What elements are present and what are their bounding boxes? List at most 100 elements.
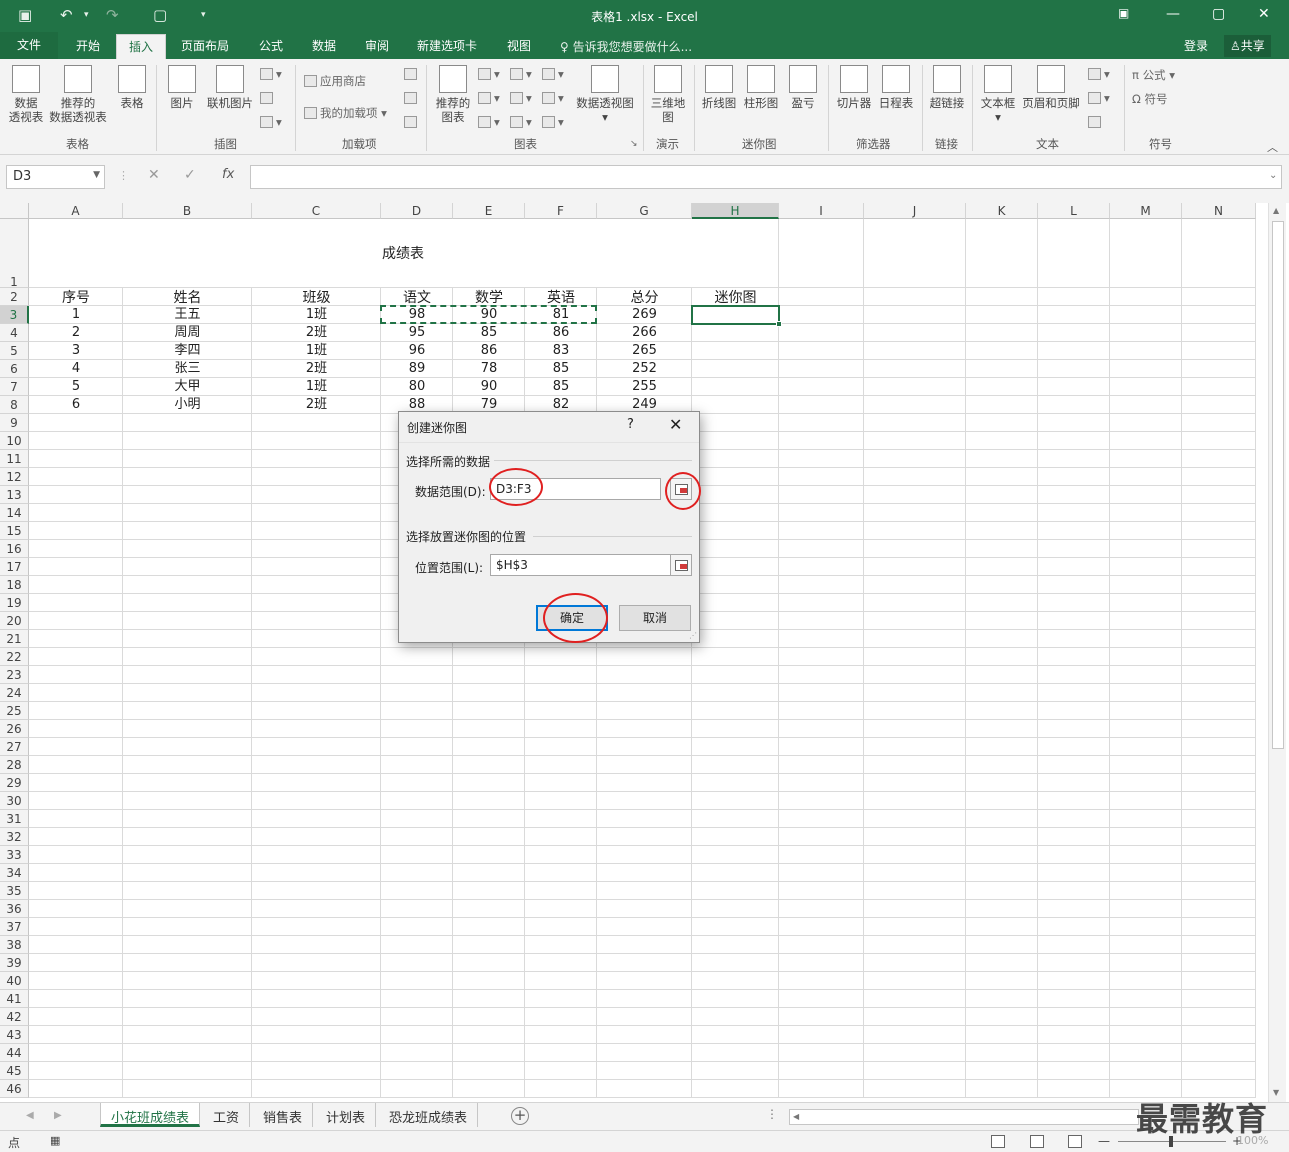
ribbon-display-options-icon[interactable]: ▣ — [1118, 6, 1129, 20]
scroll-down-icon[interactable]: ▼ — [1273, 1088, 1279, 1097]
store-button[interactable]: 应用商店 — [304, 73, 366, 89]
table-data-cell[interactable]: 6 — [29, 396, 123, 414]
column-header[interactable]: D — [381, 203, 453, 219]
table-button[interactable]: 表格 — [114, 65, 150, 110]
hierarchy-chart-button[interactable]: ▾ — [510, 67, 532, 81]
column-header[interactable]: E — [453, 203, 525, 219]
row-header[interactable]: 18 — [0, 576, 29, 594]
column-header[interactable]: C — [252, 203, 381, 219]
row-header[interactable]: 45 — [0, 1062, 29, 1080]
table-data-cell[interactable]: 2 — [29, 324, 123, 342]
table-data-cell[interactable]: 85 — [525, 360, 597, 378]
row-header[interactable]: 19 — [0, 594, 29, 612]
pie-chart-button[interactable]: ▾ — [478, 115, 500, 129]
sparkline-winloss-button[interactable]: 盈亏 — [785, 65, 821, 110]
column-chart-button[interactable]: ▾ — [478, 67, 500, 81]
waterfall-chart-button[interactable]: ▾ — [542, 67, 564, 81]
visio-button[interactable] — [404, 115, 420, 129]
table-data-cell[interactable]: 85 — [453, 324, 525, 342]
maximize-icon[interactable]: ▢ — [1212, 6, 1225, 22]
row-header[interactable]: 7 — [0, 378, 29, 396]
row-header[interactable]: 17 — [0, 558, 29, 576]
cancel-entry-icon[interactable]: ✕ — [148, 167, 160, 183]
table-header-cell[interactable]: 姓名 — [123, 289, 252, 307]
confirm-entry-icon[interactable]: ✓ — [184, 167, 196, 183]
row-header[interactable]: 6 — [0, 360, 29, 378]
row-header[interactable]: 37 — [0, 918, 29, 936]
column-header[interactable]: A — [29, 203, 123, 219]
table-data-cell[interactable]: 张三 — [123, 360, 252, 378]
table-data-cell[interactable]: 89 — [381, 360, 453, 378]
sheet-tab-sales[interactable]: 销售表 — [253, 1103, 314, 1127]
help-icon[interactable]: ? — [627, 417, 634, 432]
row-header[interactable]: 31 — [0, 810, 29, 828]
combo-chart-button[interactable]: ▾ — [542, 91, 564, 105]
macro-record-icon[interactable]: ▦ — [50, 1134, 60, 1147]
row-header[interactable]: 9 — [0, 414, 29, 432]
row-header[interactable]: 8 — [0, 396, 29, 414]
row-header[interactable]: 26 — [0, 720, 29, 738]
column-header[interactable]: K — [966, 203, 1038, 219]
expand-formula-bar-icon[interactable]: ⌄ — [1269, 170, 1277, 181]
table-data-cell[interactable]: 5 — [29, 378, 123, 396]
data-range-input[interactable]: D3:F3 — [490, 478, 661, 500]
textbox-button[interactable]: 文本框 ▾ — [978, 65, 1018, 124]
horizontal-scrollbar[interactable]: ◀ — [789, 1109, 1139, 1125]
hyperlink-button[interactable]: 超链接 — [927, 65, 967, 110]
tab-review[interactable]: 审阅 — [365, 37, 389, 54]
column-header[interactable]: I — [779, 203, 864, 219]
statistic-chart-button[interactable]: ▾ — [510, 91, 532, 105]
row-header[interactable]: 27 — [0, 738, 29, 756]
vertical-scrollbar[interactable]: ▲ ▼ — [1268, 203, 1286, 1102]
formula-input[interactable] — [250, 165, 1282, 189]
row-header[interactable]: 39 — [0, 954, 29, 972]
row-header[interactable]: 40 — [0, 972, 29, 990]
table-data-cell[interactable]: 大甲 — [123, 378, 252, 396]
table-header-cell[interactable]: 序号 — [29, 289, 123, 307]
row-header[interactable]: 16 — [0, 540, 29, 558]
row-header[interactable]: 10 — [0, 432, 29, 450]
wordart-button[interactable]: ▾ — [1088, 67, 1110, 81]
table-data-cell[interactable]: 269 — [597, 306, 692, 324]
select-all-corner[interactable] — [0, 203, 29, 219]
close-icon[interactable]: ✕ — [1258, 6, 1270, 22]
cancel-button[interactable]: 取消 — [619, 605, 691, 631]
table-data-cell[interactable]: 96 — [381, 342, 453, 360]
row-header[interactable]: 42 — [0, 1008, 29, 1026]
table-header-cell[interactable]: 总分 — [597, 289, 692, 307]
next-sheet-icon[interactable]: ▶ — [54, 1110, 62, 1121]
row-header[interactable]: 15 — [0, 522, 29, 540]
row-header[interactable]: 3 — [0, 306, 29, 324]
row-header[interactable]: 38 — [0, 936, 29, 954]
table-data-cell[interactable]: 1班 — [252, 306, 381, 324]
column-header[interactable]: N — [1182, 203, 1256, 219]
timeline-button[interactable]: 日程表 — [876, 65, 916, 110]
table-data-cell[interactable]: 90 — [453, 378, 525, 396]
table-data-cell[interactable]: 83 — [525, 342, 597, 360]
object-button[interactable] — [1088, 115, 1104, 129]
active-cell-h3[interactable] — [691, 305, 780, 325]
people-graph-button[interactable] — [404, 91, 420, 105]
row-header[interactable]: 1 — [0, 219, 29, 289]
tab-data[interactable]: 数据 — [312, 37, 336, 54]
my-addins-button[interactable]: 我的加载项 ▾ — [304, 105, 387, 121]
worksheet-grid[interactable]: A B C D E F G H I J K L M N 1 2 3 4 5 6 7 8 9 10 11 12 13 14 15 16 17 1… — [0, 203, 1289, 1102]
signature-line-button[interactable]: ▾ — [1088, 91, 1110, 105]
table-data-cell[interactable]: 1 — [29, 306, 123, 324]
zoom-out-icon[interactable]: — — [1098, 1134, 1110, 1148]
column-header[interactable]: H — [692, 203, 779, 219]
table-data-cell[interactable]: 86 — [525, 324, 597, 342]
slicer-button[interactable]: 切片器 — [834, 65, 874, 110]
tab-insert[interactable]: 插入 — [116, 34, 167, 59]
smartart-button[interactable] — [260, 91, 276, 105]
row-header[interactable]: 11 — [0, 450, 29, 468]
table-data-cell[interactable]: 3 — [29, 342, 123, 360]
pivot-chart-button[interactable]: 数据透视图 ▾ — [574, 65, 636, 124]
row-header[interactable]: 13 — [0, 486, 29, 504]
table-data-cell[interactable]: 85 — [525, 378, 597, 396]
fill-handle[interactable] — [776, 321, 782, 327]
prev-sheet-icon[interactable]: ◀ — [26, 1110, 34, 1121]
location-range-input[interactable]: $H$3 — [490, 554, 671, 576]
page-layout-view-icon[interactable] — [1030, 1135, 1044, 1148]
column-header[interactable]: B — [123, 203, 252, 219]
